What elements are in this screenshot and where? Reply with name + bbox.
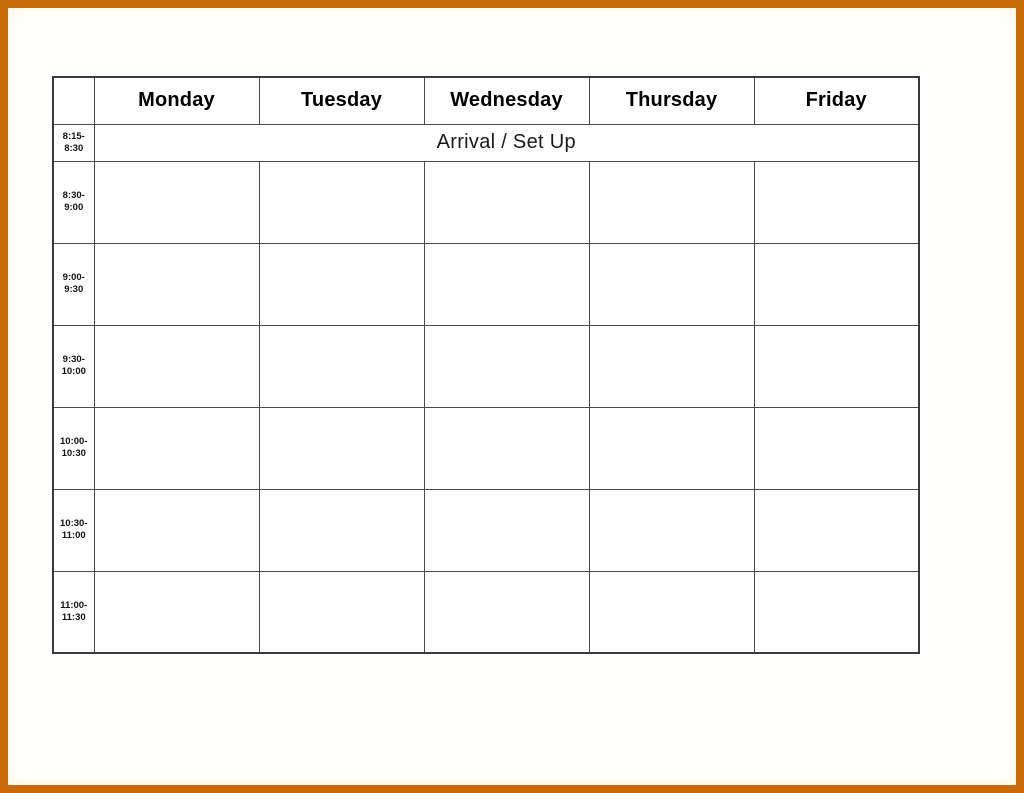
slot-cell-friday[interactable] bbox=[753, 160, 920, 244]
schedule-table-body: 8:15- 8:30 Arrival / Set Up 8:30- 9:00 9… bbox=[52, 123, 920, 654]
column-header-thursday: Thursday bbox=[588, 76, 755, 125]
slot-cell-friday[interactable] bbox=[753, 570, 920, 654]
slot-cell-wednesday[interactable] bbox=[423, 242, 590, 326]
table-header-row: Monday Tuesday Wednesday Thursday Friday bbox=[52, 76, 920, 125]
time-label-line-2: 11:30 bbox=[61, 611, 86, 623]
slot-cell-tuesday[interactable] bbox=[258, 242, 425, 326]
time-label-line-1: 9:30- bbox=[62, 354, 85, 365]
time-label-1100-1130: 11:00- 11:30 bbox=[52, 570, 95, 654]
time-label-line-2: 10:30 bbox=[61, 448, 86, 459]
slot-cell-thursday[interactable] bbox=[588, 160, 755, 244]
arrival-set-up-cell[interactable]: Arrival / Set Up bbox=[93, 123, 920, 162]
time-label-1030-1100: 10:30- 11:00 bbox=[52, 488, 95, 572]
time-label-line-1: 10:30- bbox=[60, 518, 88, 529]
table-row: 11:00- 11:30 bbox=[52, 570, 920, 654]
header-corner-cell bbox=[52, 76, 95, 125]
time-label-line-2: 9:30 bbox=[64, 284, 84, 295]
slot-cell-monday[interactable] bbox=[93, 488, 260, 572]
time-label-0815-0830: 8:15- 8:30 bbox=[52, 123, 95, 162]
schedule-table-header: Monday Tuesday Wednesday Thursday Friday bbox=[52, 76, 920, 125]
schedule-container: Monday Tuesday Wednesday Thursday Friday… bbox=[52, 76, 920, 654]
time-label-line-1: 11:00- bbox=[60, 599, 88, 611]
time-label-line-2: 11:00 bbox=[61, 530, 86, 541]
table-row: 10:30- 11:00 bbox=[52, 488, 920, 572]
time-label-line-2: 8:30 bbox=[64, 142, 84, 154]
time-label-line-2: 10:00 bbox=[61, 366, 86, 377]
slot-cell-tuesday[interactable] bbox=[258, 570, 425, 654]
table-row-arrival: 8:15- 8:30 Arrival / Set Up bbox=[52, 123, 920, 162]
slot-cell-wednesday[interactable] bbox=[423, 160, 590, 244]
column-header-wednesday: Wednesday bbox=[423, 76, 590, 125]
slot-cell-wednesday[interactable] bbox=[423, 488, 590, 572]
slot-cell-tuesday[interactable] bbox=[258, 406, 425, 490]
time-label-0830-0900: 8:30- 9:00 bbox=[52, 160, 95, 244]
page-frame: Monday Tuesday Wednesday Thursday Friday… bbox=[0, 0, 1024, 793]
time-label-0900-0930: 9:00- 9:30 bbox=[52, 242, 95, 326]
time-label-line-1: 9:00- bbox=[62, 272, 85, 283]
table-row: 8:30- 9:00 bbox=[52, 160, 920, 244]
slot-cell-tuesday[interactable] bbox=[258, 160, 425, 244]
slot-cell-thursday[interactable] bbox=[588, 570, 755, 654]
slot-cell-thursday[interactable] bbox=[588, 324, 755, 408]
table-row: 9:00- 9:30 bbox=[52, 242, 920, 326]
slot-cell-monday[interactable] bbox=[93, 406, 260, 490]
column-header-tuesday: Tuesday bbox=[258, 76, 425, 125]
slot-cell-friday[interactable] bbox=[753, 242, 920, 326]
slot-cell-wednesday[interactable] bbox=[423, 406, 590, 490]
weekly-schedule-table: Monday Tuesday Wednesday Thursday Friday… bbox=[52, 76, 920, 654]
time-label-line-1: 10:00- bbox=[60, 436, 88, 447]
slot-cell-wednesday[interactable] bbox=[423, 570, 590, 654]
slot-cell-thursday[interactable] bbox=[588, 406, 755, 490]
slot-cell-monday[interactable] bbox=[93, 242, 260, 326]
column-header-monday: Monday bbox=[93, 76, 260, 125]
slot-cell-friday[interactable] bbox=[753, 324, 920, 408]
table-row: 10:00- 10:30 bbox=[52, 406, 920, 490]
slot-cell-monday[interactable] bbox=[93, 160, 260, 244]
slot-cell-thursday[interactable] bbox=[588, 488, 755, 572]
time-label-0930-1000: 9:30- 10:00 bbox=[52, 324, 95, 408]
slot-cell-monday[interactable] bbox=[93, 324, 260, 408]
table-row: 9:30- 10:00 bbox=[52, 324, 920, 408]
slot-cell-wednesday[interactable] bbox=[423, 324, 590, 408]
slot-cell-friday[interactable] bbox=[753, 406, 920, 490]
slot-cell-thursday[interactable] bbox=[588, 242, 755, 326]
time-label-line-1: 8:15- bbox=[62, 130, 85, 142]
time-label-line-2: 9:00 bbox=[64, 202, 84, 213]
slot-cell-tuesday[interactable] bbox=[258, 324, 425, 408]
slot-cell-tuesday[interactable] bbox=[258, 488, 425, 572]
time-label-line-1: 8:30- bbox=[62, 190, 85, 201]
time-label-1000-1030: 10:00- 10:30 bbox=[52, 406, 95, 490]
slot-cell-friday[interactable] bbox=[753, 488, 920, 572]
column-header-friday: Friday bbox=[753, 76, 920, 125]
slot-cell-monday[interactable] bbox=[93, 570, 260, 654]
